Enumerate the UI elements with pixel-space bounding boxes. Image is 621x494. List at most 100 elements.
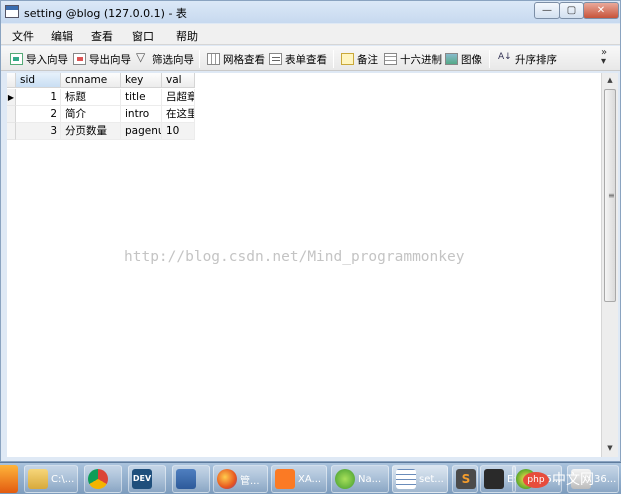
- import-wizard-button[interactable]: 导入向导: [10, 51, 68, 67]
- form-view-button[interactable]: 表单查看: [269, 51, 327, 67]
- minimize-button[interactable]: —: [534, 2, 560, 19]
- toolbar-overflow-button[interactable]: » ▾: [601, 48, 607, 67]
- hex-label: 十六进制: [400, 53, 442, 66]
- sublime-icon: S: [456, 469, 476, 489]
- vertical-scrollbar[interactable]: ▲ ≡ ▼: [601, 73, 618, 457]
- xampp-icon: [275, 469, 295, 489]
- toolbar-separator: [199, 50, 200, 68]
- taskbar-item-label: XA...: [298, 473, 322, 485]
- image-label: 图像: [461, 53, 482, 66]
- image-icon: [445, 53, 458, 65]
- memo-icon: [341, 53, 354, 65]
- filter-icon: [136, 50, 149, 65]
- hex-button[interactable]: 十六进制: [384, 51, 442, 67]
- table-cell[interactable]: 分页数量: [61, 123, 121, 140]
- hex-icon: [384, 53, 397, 65]
- toolbar-separator: [489, 50, 490, 68]
- start-button[interactable]: [0, 465, 18, 493]
- grid-view-label: 网格查看: [223, 53, 265, 66]
- taskbar-item-folder[interactable]: C:\...: [24, 465, 78, 493]
- grip-icon: ≡: [608, 191, 615, 200]
- export-icon: [73, 53, 86, 65]
- menu-file[interactable]: 文件: [12, 28, 34, 44]
- form-icon: [269, 53, 282, 65]
- maximize-button[interactable]: ▢: [559, 2, 584, 19]
- taskbar-item-navicat[interactable]: Na...: [331, 465, 389, 493]
- scroll-up-icon[interactable]: ▲: [602, 73, 618, 87]
- row-indicator-header: [7, 73, 16, 88]
- explorer-icon: [484, 469, 504, 489]
- close-button[interactable]: ✕: [583, 2, 619, 19]
- taskbar-item-firefox[interactable]: 管...: [213, 465, 268, 493]
- toolbar: 导入向导 导出向导 筛选向导 网格查看 表单查看 备注 十六进制: [1, 46, 620, 71]
- memo-button[interactable]: 备注: [341, 51, 378, 67]
- taskbar-item-explorer[interactable]: E:\...: [480, 465, 516, 493]
- app-icon: [176, 469, 196, 489]
- firefox-icon: [217, 469, 237, 489]
- taskbar-item-app[interactable]: [172, 465, 210, 493]
- navicat-icon: [335, 469, 355, 489]
- chrome-icon: [88, 469, 108, 489]
- folder-icon: [28, 469, 48, 489]
- sort-ascending-label: 升序排序: [515, 53, 557, 66]
- image-button[interactable]: 图像: [445, 51, 482, 67]
- grid-icon: [207, 53, 220, 65]
- import-icon: [10, 53, 23, 65]
- scroll-down-icon[interactable]: ▼: [602, 441, 618, 455]
- taskbar-item-label: set...: [419, 473, 444, 485]
- table-cell[interactable]: 吕超章的: [162, 89, 195, 106]
- navicat-table-window: setting @blog (127.0.0.1) - 表 — ▢ ✕ 文件 编…: [0, 0, 621, 462]
- toolbar-separator: [333, 50, 334, 68]
- grid-view-button[interactable]: 网格查看: [207, 51, 265, 67]
- dev-icon: DEV: [132, 469, 152, 489]
- tray-watermark: php 中文网: [523, 469, 594, 489]
- taskbar-item-setting-table[interactable]: set...: [392, 465, 448, 493]
- import-wizard-label: 导入向导: [26, 53, 68, 66]
- php-logo: php: [523, 472, 549, 488]
- table-cell[interactable]: 简介: [61, 106, 121, 123]
- table-cell[interactable]: 标题: [61, 89, 121, 106]
- row-indicator: [7, 123, 16, 140]
- table-cell[interactable]: 2: [16, 106, 61, 123]
- export-wizard-label: 导出向导: [89, 53, 131, 66]
- taskbar-item-label: 36...: [594, 473, 617, 485]
- table-icon: [396, 469, 416, 489]
- filter-wizard-button[interactable]: 筛选向导: [136, 50, 194, 67]
- menu-help[interactable]: 帮助: [176, 28, 198, 44]
- taskbar-item-sublime[interactable]: S: [452, 465, 478, 493]
- taskbar-item-xampp[interactable]: XA...: [271, 465, 327, 493]
- table-cell[interactable]: 1: [16, 89, 61, 106]
- table-cell[interactable]: 10: [162, 123, 195, 140]
- row-indicator: [7, 106, 16, 123]
- sort-ascending-button[interactable]: 升序排序: [498, 51, 557, 67]
- taskbar-item-chrome[interactable]: [84, 465, 122, 493]
- column-header-val[interactable]: val: [162, 73, 195, 88]
- watermark: http://blog.csdn.net/Mind_programmonkey: [124, 249, 465, 265]
- data-grid[interactable]: sid cnname key val ▶ 1 标题 title 吕超章的 2 简…: [7, 73, 601, 457]
- column-header-sid[interactable]: sid: [16, 73, 61, 88]
- table-cell[interactable]: 3: [16, 123, 61, 140]
- scrollbar-thumb[interactable]: ≡: [604, 89, 616, 302]
- menu-window[interactable]: 窗口: [132, 28, 154, 44]
- table-cell[interactable]: intro: [121, 106, 162, 123]
- table-cell[interactable]: title: [121, 89, 162, 106]
- memo-label: 备注: [357, 53, 378, 66]
- current-row-indicator: ▶: [7, 89, 16, 106]
- taskbar-item-label: 管...: [240, 475, 260, 487]
- menu-edit[interactable]: 编辑: [51, 28, 73, 44]
- column-header-cnname[interactable]: cnname: [61, 73, 121, 88]
- menu-view[interactable]: 查看: [91, 28, 113, 44]
- table-cell[interactable]: pagenu: [121, 123, 162, 140]
- export-wizard-button[interactable]: 导出向导: [73, 51, 131, 67]
- taskbar-item-dev[interactable]: DEV: [128, 465, 166, 493]
- window-title: setting @blog (127.0.0.1) - 表: [24, 7, 187, 20]
- taskbar: C:\... DEV 管... XA... Na... set... S E:\…: [0, 462, 621, 494]
- title-bar: setting @blog (127.0.0.1) - 表 — ▢ ✕: [1, 1, 620, 23]
- sort-ascending-icon: [498, 52, 512, 65]
- column-header-key[interactable]: key: [121, 73, 162, 88]
- taskbar-item-label: Na...: [358, 473, 382, 485]
- chevron-down-icon: ▾: [601, 56, 607, 67]
- table-window-icon: [5, 5, 19, 18]
- table-cell[interactable]: 在这里储: [162, 106, 195, 123]
- form-view-label: 表单查看: [285, 53, 327, 66]
